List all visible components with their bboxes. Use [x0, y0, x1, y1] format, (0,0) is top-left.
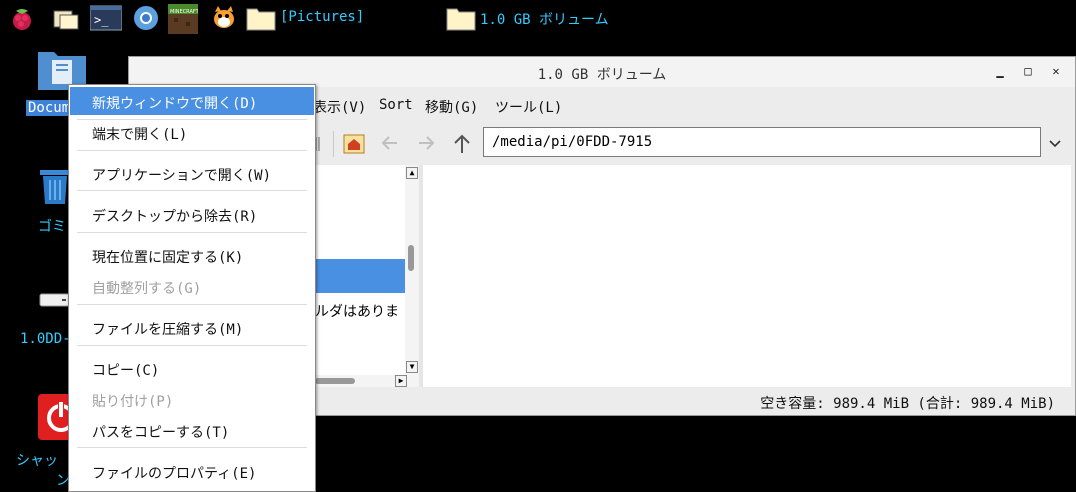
menu-separator [77, 232, 307, 233]
menu-item-paste[interactable]: 貼り付け(P) [70, 385, 314, 413]
svg-text:MINECRAFT: MINECRAFT [170, 9, 198, 15]
menu-item-label: パスをコピーする(T) [92, 425, 230, 441]
menu-separator [77, 345, 307, 346]
drive-icon[interactable] [38, 290, 72, 314]
menu-item-label: 現在位置に固定する(K) [92, 250, 244, 266]
scroll-down-icon[interactable]: ▼ [406, 361, 418, 373]
file-manager-icon[interactable] [52, 4, 80, 32]
desktop-icon-label[interactable]: Docum [26, 100, 73, 116]
menu-item-label: コピー(C) [92, 363, 160, 379]
taskbar: >_ MINECRAFT [Pictures] 1.0 GB ボリューム [0, 0, 1076, 36]
svg-text:>_: >_ [94, 13, 109, 27]
menu-item-label: ファイルを圧縮する(M) [92, 322, 244, 338]
menu-item-copy[interactable]: コピー(C) [70, 354, 314, 382]
desktop-icon-label[interactable]: ゴミ [38, 216, 66, 236]
menu-item-label: 端末で開く(L) [92, 127, 188, 143]
scroll-thumb[interactable] [408, 245, 414, 271]
context-menu: 新規ウィンドウで開く(D) 端末で開く(L) アプリケーションで開く(W) デス… [68, 84, 316, 492]
maximize-button[interactable]: □ [1021, 64, 1035, 78]
horizontal-scroll-thumb[interactable] [315, 378, 355, 384]
menu-item-label: 貼り付け(P) [92, 394, 174, 410]
menu-item-copy-path[interactable]: パスをコピーする(T) [70, 416, 314, 444]
menu-item-open-new-window[interactable]: 新規ウィンドウで開く(D) [70, 87, 314, 115]
home-icon[interactable] [341, 129, 367, 157]
menu-go[interactable]: 移動(G) [425, 97, 478, 117]
free-space-text: 空き容量: 989.4 MiB (合計: 989.4 MiB) [760, 396, 1055, 412]
desktop-icon-label-text: Docum [26, 100, 73, 116]
minimize-button[interactable]: ▁ [993, 64, 1007, 78]
title-bar[interactable]: 1.0 GB ボリューム ▁ □ ✕ [129, 57, 1075, 87]
menu-item-label: 自動整列する(G) [92, 281, 202, 297]
minecraft-icon[interactable]: MINECRAFT [168, 4, 200, 34]
folder-icon[interactable] [446, 4, 476, 32]
side-pane-selected-row[interactable] [315, 259, 405, 293]
menu-sort[interactable]: Sort [379, 97, 413, 113]
toolbar-separator [333, 131, 334, 157]
menu-item-pin-position[interactable]: 現在位置に固定する(K) [70, 241, 314, 269]
menu-item-auto-arrange[interactable]: 自動整列する(G) [70, 272, 314, 300]
menu-item-label: アプリケーションで開く(W) [92, 168, 272, 184]
folder-icon[interactable] [246, 4, 276, 32]
scroll-up-icon[interactable]: ▲ [406, 167, 418, 179]
window-title: 1.0 GB ボリューム [537, 67, 667, 83]
back-arrow-icon[interactable] [377, 129, 403, 157]
desktop-icon-label[interactable]: シャッ [16, 450, 58, 470]
menu-item-open-terminal[interactable]: 端末で開く(L) [70, 118, 314, 146]
menu-item-open-with[interactable]: アプリケーションで開く(W) [70, 159, 314, 187]
path-field[interactable] [483, 127, 1041, 157]
taskbar-item-label[interactable]: [Pictures] [280, 9, 364, 25]
menu-item-label: 新規ウィンドウで開く(D) [92, 96, 258, 112]
menu-item-compress[interactable]: ファイルを圧縮する(M) [70, 313, 314, 341]
menu-separator [77, 150, 307, 151]
file-list-pane[interactable] [423, 165, 1071, 387]
menu-separator [77, 447, 307, 448]
scroll-right-icon[interactable]: ▶ [395, 375, 407, 387]
taskbar-item-label[interactable]: 1.0 GB ボリューム [480, 9, 609, 29]
close-button[interactable]: ✕ [1049, 64, 1063, 78]
forward-arrow-icon[interactable] [413, 129, 439, 157]
chevron-down-icon[interactable] [1045, 129, 1071, 157]
vertical-scrollbar[interactable]: ▲ ▼ [405, 165, 419, 375]
desktop-icon-label[interactable]: 1.0DD- [20, 331, 71, 347]
menu-tools[interactable]: ツール(L) [495, 97, 562, 117]
menu-view[interactable]: 表示(V) [313, 97, 366, 117]
chromium-icon[interactable] [132, 4, 160, 32]
scratch-icon[interactable] [210, 4, 238, 32]
horizontal-scrollbar[interactable]: ▶ [315, 375, 419, 387]
raspberry-icon[interactable] [8, 4, 36, 32]
menu-separator [77, 190, 307, 191]
trash-icon[interactable] [38, 166, 72, 210]
path-input[interactable] [490, 133, 1014, 151]
menu-item-remove-from-desktop[interactable]: デスクトップから除去(R) [70, 200, 314, 228]
menu-separator [77, 304, 307, 305]
menu-item-label: ファイルのプロパティ(E) [92, 466, 257, 482]
side-pane-text: ルダはありま [315, 304, 399, 320]
menu-item-properties[interactable]: ファイルのプロパティ(E) [70, 457, 314, 485]
terminal-icon[interactable]: >_ [89, 4, 123, 32]
up-arrow-icon[interactable] [449, 129, 475, 157]
menu-item-label: デスクトップから除去(R) [92, 209, 258, 225]
